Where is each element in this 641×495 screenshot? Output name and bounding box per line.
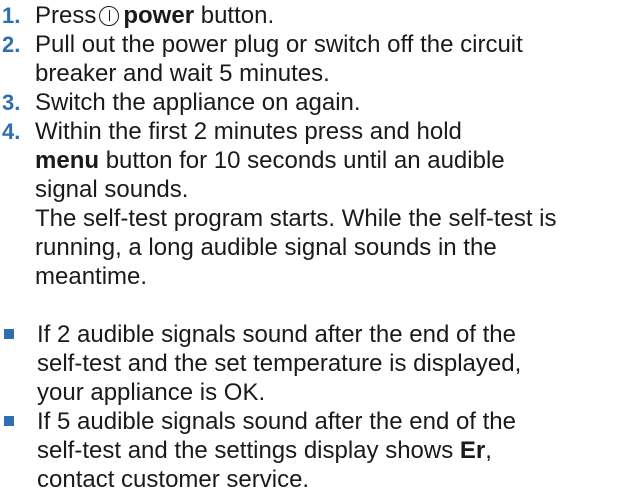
bullet-text: If 5 audible signals sound after the end… — [37, 408, 517, 435]
step-number: 1. — [2, 3, 21, 28]
bullet-square-icon — [4, 416, 14, 426]
step-result-text: running, a long audible signal sounds in… — [35, 234, 497, 261]
step-text: Pull out the power plug or switch off th… — [35, 31, 523, 58]
power-icon — [99, 6, 120, 26]
bullet-square-icon — [4, 329, 14, 339]
step-text: button for 10 seconds until an audible — [105, 147, 505, 174]
bullet-text: , — [485, 437, 492, 464]
step-text: Press — [35, 2, 97, 29]
bullet-text: self-test and the set temperature is dis… — [37, 350, 522, 377]
step-number: 4. — [2, 119, 21, 144]
step-result-text: The self-test program starts. While the … — [35, 205, 557, 232]
step-text: breaker and wait 5 minutes. — [35, 60, 330, 87]
bullet-text: If 2 audible signals sound after the end… — [37, 321, 517, 348]
step-text: Switch the appliance on again. — [35, 89, 361, 116]
menu-button-label: menu — [35, 147, 100, 174]
error-code: Er — [459, 437, 486, 464]
bullet-text: contact customer service. — [37, 466, 310, 493]
step-result-text: meantime. — [35, 263, 148, 290]
power-button-label: power — [123, 2, 195, 29]
instructions-document: 1. Press power button. 2. Pull out the po… — [0, 0, 641, 495]
step-text: button. — [200, 2, 275, 29]
step-text: Within the first 2 minutes press and hol… — [35, 118, 462, 145]
step-number: 2. — [2, 32, 21, 57]
step-text: signal sounds. — [35, 176, 189, 203]
step-number: 3. — [2, 90, 21, 115]
bullet-text: self-test and the settings display shows — [37, 437, 454, 464]
bullet-text: your appliance is OK. — [37, 379, 266, 406]
